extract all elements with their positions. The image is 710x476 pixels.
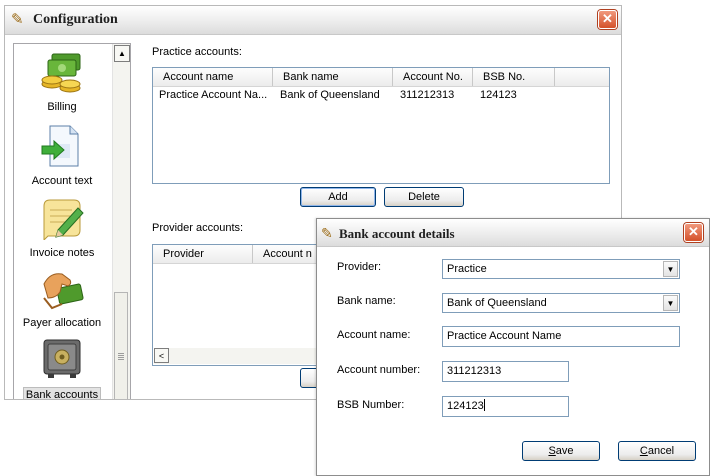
delete-button[interactable]: Delete: [384, 187, 464, 207]
cell-bsb-no: 124123: [480, 89, 517, 101]
save-label: ave: [555, 445, 574, 457]
sidebar-item-bank-accounts[interactable]: Bank accounts: [14, 336, 110, 399]
bsb-number-label: BSB Number:: [337, 399, 405, 411]
scrollbar-thumb[interactable]: [114, 292, 128, 399]
sidebar-item-account-text[interactable]: Account text: [14, 124, 110, 187]
chevron-down-icon[interactable]: ▼: [663, 295, 678, 311]
app-quill-icon: ✎: [11, 11, 24, 28]
scrollbar-grip-icon: [118, 353, 124, 361]
config-sidebar: Billing Account text Invoice notes Payer…: [13, 43, 131, 399]
sidebar-item-invoice-notes[interactable]: Invoice notes: [14, 196, 110, 259]
column-header-provider[interactable]: Provider: [153, 245, 253, 263]
billing-coins-icon: [41, 53, 81, 93]
window-title: Configuration: [33, 12, 118, 27]
provider-select[interactable]: Practice ▼: [442, 259, 680, 279]
sidebar-item-label: Payer allocation: [22, 317, 102, 329]
column-header-account-no[interactable]: Account No.: [393, 68, 473, 86]
sidebar-item-label: Account text: [31, 175, 93, 187]
add-button[interactable]: Add: [300, 187, 376, 207]
save-button[interactable]: Save: [522, 441, 600, 461]
sidebar-item-billing[interactable]: Billing: [14, 50, 110, 113]
cell-bank-name: Bank of Queensland: [280, 89, 380, 101]
dialog-titlebar[interactable]: ✎ Bank account details ✕: [317, 219, 709, 247]
practice-accounts-list[interactable]: Account name Bank name Account No. BSB N…: [152, 67, 610, 184]
bank-accounts-safe-icon: [43, 339, 81, 378]
sidebar-scrollbar[interactable]: ▲: [112, 44, 130, 399]
provider-accounts-label: Provider accounts:: [152, 222, 244, 234]
practice-accounts-header: Account name Bank name Account No. BSB N…: [153, 68, 609, 87]
account-name-label: Account name:: [337, 329, 411, 341]
cancel-button[interactable]: Cancel: [618, 441, 696, 461]
invoice-notes-pencil-icon: [43, 199, 84, 242]
cell-account-no: 311212313: [400, 89, 455, 101]
bank-name-label: Bank name:: [337, 295, 396, 307]
window-close-button[interactable]: ✕: [598, 10, 617, 29]
cancel-label: ancel: [647, 445, 675, 457]
account-name-field[interactable]: Practice Account Name: [442, 326, 680, 347]
account-text-document-icon: [41, 125, 79, 167]
bank-account-details-dialog: ✎ Bank account details ✕ Provider: Pract…: [316, 218, 710, 476]
column-header-bsb-no[interactable]: BSB No.: [473, 68, 555, 86]
dialog-close-button[interactable]: ✕: [684, 223, 703, 242]
text-caret: [483, 399, 485, 411]
account-number-field[interactable]: 311212313: [442, 361, 569, 382]
sidebar-item-label: Billing: [47, 101, 77, 113]
chevron-down-icon[interactable]: ▼: [663, 261, 678, 277]
column-header-bank-name[interactable]: Bank name: [273, 68, 393, 86]
bsb-number-field[interactable]: 124123: [442, 396, 569, 417]
bank-name-select[interactable]: Bank of Queensland ▼: [442, 293, 680, 313]
provider-select-value: Practice: [447, 263, 487, 275]
dialog-title: Bank account details: [339, 226, 455, 241]
sidebar-item-payer-allocation[interactable]: Payer allocation: [14, 266, 110, 329]
scroll-up-arrow-icon[interactable]: ▲: [114, 45, 130, 62]
column-header-account-name[interactable]: Account name: [153, 68, 273, 86]
payer-allocation-hand-icon: [43, 273, 84, 310]
save-accesskey: S: [548, 445, 556, 457]
window-titlebar[interactable]: ✎ Configuration ✕: [5, 6, 621, 35]
account-number-label: Account number:: [337, 364, 421, 376]
scroll-left-arrow-icon[interactable]: <: [154, 348, 169, 363]
bank-name-select-value: Bank of Queensland: [447, 297, 547, 309]
practice-accounts-label: Practice accounts:: [152, 46, 242, 58]
bsb-number-value: 124123: [447, 400, 484, 412]
provider-label: Provider:: [337, 261, 382, 273]
cell-account-name: Practice Account Na...: [159, 89, 268, 101]
app-quill-icon: ✎: [321, 225, 333, 241]
cancel-accesskey: C: [639, 445, 648, 457]
sidebar-item-label: Bank accounts: [22, 387, 102, 399]
sidebar-item-label: Invoice notes: [29, 247, 95, 259]
